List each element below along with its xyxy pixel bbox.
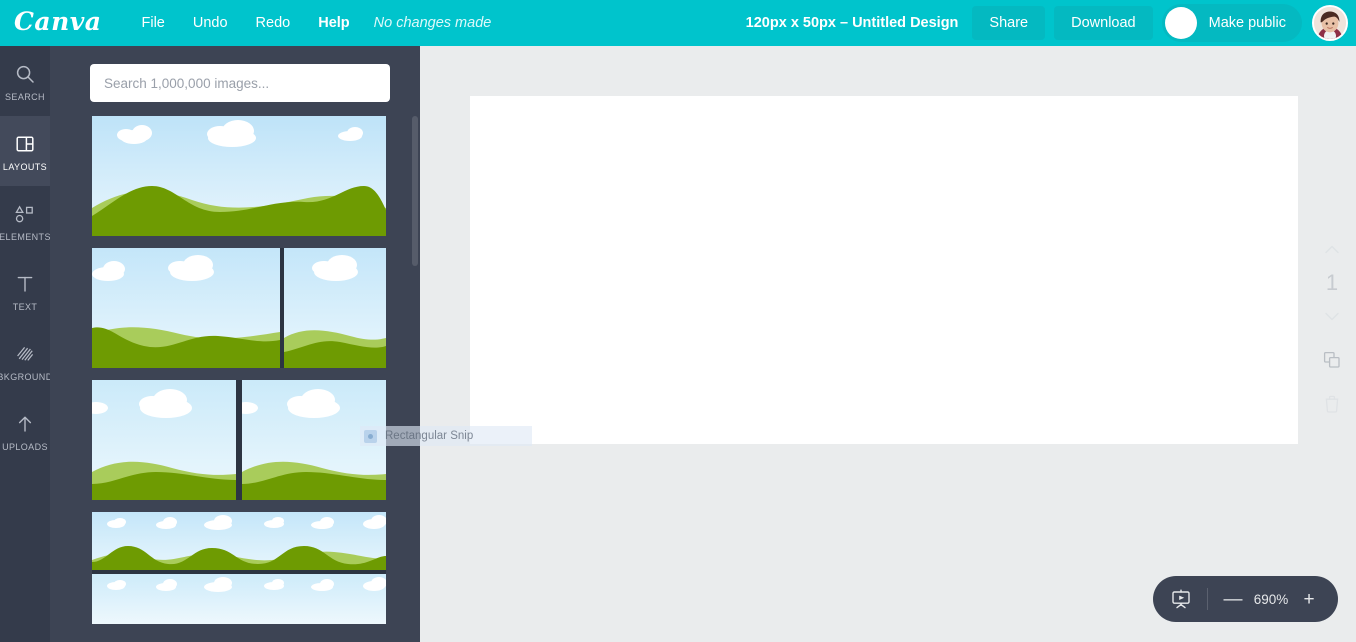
sidebar-label-layouts: LAYOUTS xyxy=(2,161,48,172)
menu-file[interactable]: File xyxy=(128,9,179,37)
sidebar-item-elements[interactable]: ELEMENTS xyxy=(0,186,50,256)
elements-icon xyxy=(14,201,36,227)
sidebar-label-uploads: UPLOADS xyxy=(2,441,48,452)
panel-search-row xyxy=(50,46,420,102)
sidebar-label-search: SEARCH xyxy=(5,91,45,102)
layout-thumbnail-split-7030[interactable] xyxy=(92,248,386,368)
sidebar-label-text: TEXT xyxy=(12,301,38,312)
duplicate-page-button[interactable] xyxy=(1308,344,1356,376)
sidebar-item-layouts[interactable]: LAYOUTS xyxy=(0,116,50,186)
make-public-toggle[interactable]: Make public xyxy=(1161,4,1302,42)
layouts-panel xyxy=(50,46,420,642)
share-button[interactable]: Share xyxy=(972,6,1046,40)
top-bar-right-group: 120px x 50px – Untitled Design Share Dow… xyxy=(746,0,1356,46)
main-menu: File Undo Redo Help No changes made xyxy=(128,9,506,37)
layout-thumbnail-stacked-band[interactable] xyxy=(92,512,386,624)
move-page-down-button[interactable] xyxy=(1308,300,1356,332)
menu-undo[interactable]: Undo xyxy=(179,9,242,37)
panel-scrollbar-thumb[interactable] xyxy=(412,116,418,266)
text-icon xyxy=(15,271,35,297)
toggle-knob xyxy=(1164,7,1197,39)
sidebar-label-background: BKGROUND xyxy=(0,371,53,382)
layouts-icon xyxy=(15,131,35,157)
make-public-label: Make public xyxy=(1208,15,1286,31)
zoom-level-value[interactable]: 690% xyxy=(1248,592,1294,607)
menu-redo[interactable]: Redo xyxy=(242,9,305,37)
search-icon xyxy=(15,61,35,87)
uploads-icon xyxy=(15,411,35,437)
save-status-text: No changes made xyxy=(373,15,492,31)
layout-thumbnail-split-5050[interactable] xyxy=(92,380,386,500)
delete-page-button[interactable] xyxy=(1308,388,1356,420)
user-avatar[interactable] xyxy=(1312,5,1348,41)
present-icon[interactable] xyxy=(1167,585,1195,613)
page-number: 1 xyxy=(1325,270,1339,295)
panel-scrollbar[interactable] xyxy=(412,46,418,642)
zoom-divider xyxy=(1207,588,1208,610)
design-artboard[interactable] xyxy=(470,96,1298,444)
sidebar-item-search[interactable]: SEARCH xyxy=(0,46,50,116)
zoom-out-button[interactable]: — xyxy=(1220,586,1246,612)
canva-editor-window: Canva File Undo Redo Help No changes mad… xyxy=(0,0,1356,642)
background-icon xyxy=(15,341,35,367)
sidebar-item-uploads[interactable]: UPLOADS xyxy=(0,396,50,466)
sidebar-item-background[interactable]: BKGROUND xyxy=(0,326,53,396)
zoom-toolbar: — 690% + xyxy=(1153,576,1338,622)
page-controls: 1 xyxy=(1308,92,1356,642)
design-title[interactable]: 120px x 50px – Untitled Design xyxy=(746,15,959,31)
sidebar-label-elements: ELEMENTS xyxy=(0,231,51,242)
left-sidebar-rail: SEARCH LAYOUTS ELEMENTS TEXT BKGROUND UP… xyxy=(0,46,53,642)
move-page-up-button[interactable] xyxy=(1308,234,1356,266)
search-input[interactable] xyxy=(90,64,390,102)
top-bar: Canva File Undo Redo Help No changes mad… xyxy=(0,0,1356,46)
download-button[interactable]: Download xyxy=(1054,6,1153,40)
canvas-area[interactable]: 1 — 690% + xyxy=(420,46,1356,642)
canva-logo[interactable]: Canva xyxy=(14,9,102,37)
zoom-in-button[interactable]: + xyxy=(1296,586,1322,612)
sidebar-item-text[interactable]: TEXT xyxy=(0,256,50,326)
layout-thumbnail-list xyxy=(50,102,420,624)
menu-help[interactable]: Help xyxy=(304,9,363,37)
layout-thumbnail-single-wide[interactable] xyxy=(92,116,386,236)
